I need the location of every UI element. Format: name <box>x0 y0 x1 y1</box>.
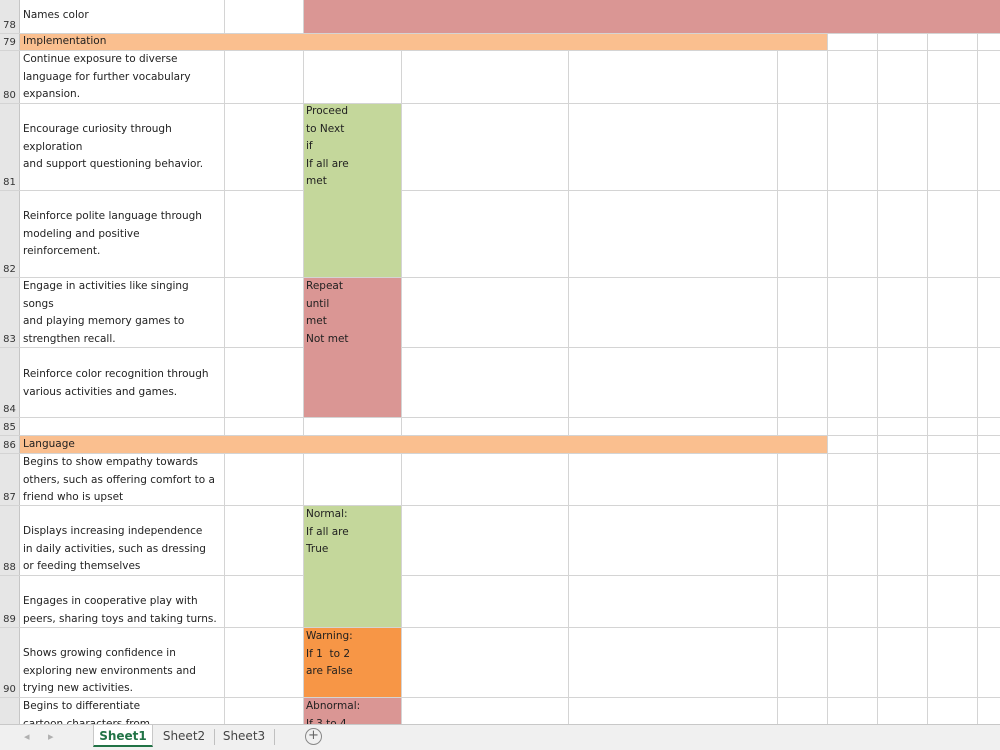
row-header[interactable]: 87 <box>0 454 20 505</box>
col-line <box>877 0 878 724</box>
section-header-fill <box>20 436 827 453</box>
status-warning[interactable]: Warning: If 1 to 2 are False <box>306 628 353 681</box>
col-line <box>977 0 978 724</box>
sheet-tab-bar: ◂ ▸ Sheet1 Sheet2 Sheet3 + <box>0 724 1000 750</box>
row-header[interactable]: 80 <box>0 51 20 103</box>
spreadsheet-grid[interactable]: 78 79 80 81 82 83 84 85 86 87 88 89 90 N… <box>0 0 1000 724</box>
col-line <box>927 0 928 724</box>
row-header[interactable]: 90 <box>0 628 20 697</box>
status-normal[interactable]: Normal: If all are True <box>306 506 349 559</box>
row-header[interactable]: 85 <box>0 418 20 435</box>
cell-text[interactable]: Shows growing confidence in exploring ne… <box>23 645 196 698</box>
cell-text[interactable]: Reinforce polite language through modeli… <box>23 208 202 261</box>
section-header-implementation[interactable]: Implementation <box>23 33 106 51</box>
row-header[interactable] <box>0 698 20 724</box>
status-repeat[interactable]: Repeat until met Not met <box>306 278 349 348</box>
tab-divider <box>274 729 275 745</box>
row-header[interactable]: 84 <box>0 348 20 417</box>
row-header[interactable]: 88 <box>0 506 20 575</box>
row-header[interactable]: 83 <box>0 278 20 347</box>
col-line <box>777 0 778 724</box>
cell-text[interactable]: Displays increasing independence in dail… <box>23 523 206 576</box>
col-line <box>401 0 402 724</box>
row-header[interactable]: 86 <box>0 436 20 453</box>
section-header-fill <box>20 34 827 50</box>
row-header[interactable]: 78 <box>0 0 20 33</box>
cell-text[interactable]: Begins to differentiate cartoon characte… <box>23 698 150 724</box>
plus-circle-icon[interactable]: + <box>305 728 322 745</box>
col-line <box>224 0 225 724</box>
row-header[interactable]: 79 <box>0 34 20 50</box>
tab-sheet3[interactable]: Sheet3 <box>215 725 273 747</box>
tab-sheet2[interactable]: Sheet2 <box>155 725 213 747</box>
col-line <box>568 0 569 724</box>
cell-text[interactable]: Continue exposure to diverse language fo… <box>23 51 191 104</box>
cell-text[interactable]: Reinforce color recognition through vari… <box>23 366 209 401</box>
cell-text[interactable]: Engages in cooperative play with peers, … <box>23 593 217 628</box>
red-fill-row-78 <box>304 0 1000 33</box>
row-header[interactable]: 82 <box>0 191 20 277</box>
status-proceed[interactable]: Proceed to Next if If all are met <box>306 103 349 191</box>
left-arrow-icon[interactable]: ◂ <box>24 730 30 743</box>
row-line <box>0 190 1000 191</box>
row-line <box>0 417 1000 418</box>
right-arrow-icon[interactable]: ▸ <box>48 730 54 743</box>
status-abnormal[interactable]: Abnormal: If 3 to 4 <box>306 698 360 724</box>
row-header[interactable]: 89 <box>0 576 20 627</box>
col-line <box>827 0 828 724</box>
cell-text[interactable]: Engage in activities like singing songs … <box>23 278 189 348</box>
cell-text[interactable]: Begins to show empathy towards others, s… <box>23 454 215 507</box>
cell-text[interactable]: Encourage curiosity through exploration … <box>23 121 203 174</box>
row-header[interactable]: 81 <box>0 104 20 190</box>
section-header-language[interactable]: Language <box>23 436 75 454</box>
cell-text[interactable]: Names color <box>23 7 89 25</box>
tab-sheet1[interactable]: Sheet1 <box>93 725 153 747</box>
